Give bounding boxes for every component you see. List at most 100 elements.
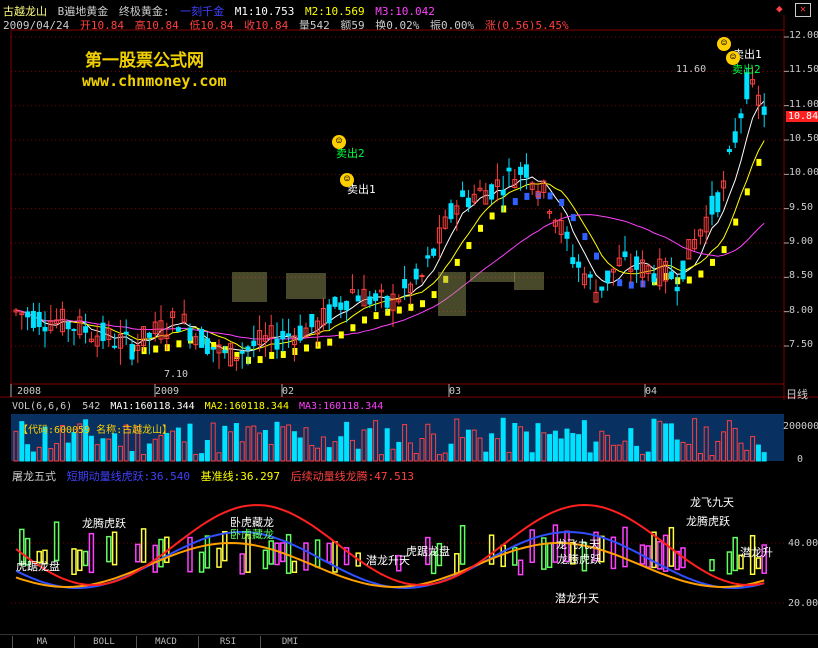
indicator-bar: [517, 559, 524, 576]
candle-body: [634, 256, 640, 270]
volume-bar: [112, 433, 118, 462]
candle-body: [30, 310, 36, 328]
vol-axis-label: 200000: [783, 421, 818, 432]
price-tick-label: 9.50: [789, 201, 814, 213]
volume-bar: [529, 452, 535, 462]
indicator-bar: [459, 524, 466, 565]
tab-boll[interactable]: BOLL: [74, 636, 133, 648]
volume-bar: [576, 434, 582, 462]
volume-bar: [30, 451, 36, 462]
price-tick-label: 8.50: [789, 270, 814, 282]
candle-body: [726, 148, 732, 153]
volume-bar: [262, 429, 268, 462]
vol-ma2: MA2:160118.344: [204, 401, 289, 412]
volume-bar: [755, 444, 761, 462]
volume-bar: [65, 442, 71, 462]
candle-body: [280, 331, 286, 340]
tab-ma[interactable]: MA: [12, 636, 71, 648]
signal-marker: [454, 258, 460, 266]
date-label: 2009: [155, 386, 180, 397]
candle-body: [175, 327, 181, 332]
candle-body: [274, 338, 280, 350]
volume-bar: [146, 443, 152, 462]
vol-ma1: MA1:160118.344: [110, 401, 195, 412]
candle-body: [576, 261, 582, 268]
volume-bar: [100, 438, 106, 462]
volume-bar: [593, 441, 599, 462]
candle-body: [146, 332, 152, 338]
volume-bar: [164, 432, 170, 462]
signal-marker: [547, 192, 553, 200]
low-price-mark: 7.10: [164, 369, 189, 380]
tab-dmi[interactable]: DMI: [260, 636, 319, 648]
candle-body: [332, 296, 338, 307]
candle-body: [245, 346, 251, 351]
volume-bar: [645, 451, 651, 462]
volume-bar: [344, 421, 350, 462]
candle-body: [65, 322, 71, 330]
signal-marker: [257, 356, 263, 364]
volume-bar: [355, 448, 361, 462]
candle-body: [286, 333, 292, 337]
candle-body: [251, 340, 257, 347]
candle-body: [465, 197, 471, 208]
signal-marker: [489, 212, 495, 220]
indicator-bar: [222, 530, 228, 562]
signal-marker: [153, 345, 159, 353]
candle-body: [297, 325, 303, 341]
vol-title: VOL(6,6,6): [12, 401, 73, 412]
price-tick-label: 7.50: [789, 339, 814, 350]
consolidation-box: [438, 272, 466, 316]
candle-body: [622, 251, 628, 258]
volume-bar: [512, 422, 518, 462]
period-label[interactable]: 日线: [786, 386, 808, 402]
smiley-icon: ☺: [332, 135, 346, 149]
signal-marker: [396, 306, 402, 314]
indicator-bar: [314, 539, 321, 568]
candle-body: [460, 190, 466, 197]
indicator-bar: [662, 534, 669, 572]
signal-marker: [617, 279, 623, 287]
candle-body: [112, 345, 118, 348]
volume-bar: [570, 433, 576, 462]
signal-marker: [559, 198, 565, 206]
smiley-icon: ☺: [717, 37, 731, 51]
indicator-bar: [709, 559, 715, 572]
candle-body: [506, 167, 512, 172]
signal-marker: [373, 312, 379, 320]
indicator-bar: [262, 549, 269, 570]
candle-body: [36, 311, 42, 328]
tab-rsi[interactable]: RSI: [198, 636, 257, 648]
moving-average-line: [15, 140, 765, 351]
volume-bar: [668, 423, 674, 462]
candle-body: [355, 295, 361, 302]
volume-bar: [651, 418, 657, 462]
indicator-annotation: 卧虎藏龙: [230, 528, 274, 541]
ind-axis-label: 40.00: [788, 538, 818, 549]
volume-bar: [222, 425, 228, 462]
price-tick-label: 8.00: [789, 304, 814, 316]
gear-icon[interactable]: ◆: [776, 3, 786, 14]
candle-body: [605, 270, 611, 283]
smiley-icon: ☺: [726, 51, 740, 65]
candle-body: [413, 268, 419, 280]
signal-marker: [733, 218, 739, 226]
candle-body: [489, 184, 495, 200]
high-price-mark: 11.60: [676, 64, 707, 75]
tab-macd[interactable]: MACD: [136, 636, 195, 648]
ind-axis-label: 20.00: [788, 598, 818, 609]
indicator-bar: [77, 549, 83, 572]
candle-body: [448, 203, 454, 220]
signal-marker: [524, 192, 530, 200]
indicator-annotation: 潜龙升天: [366, 554, 410, 567]
signal-marker: [420, 300, 425, 308]
volume-bar: [88, 435, 94, 462]
candle-body: [344, 300, 350, 311]
indicator-annotation: 龙飞九天: [556, 538, 600, 551]
indicator-bar: [216, 547, 222, 568]
candle-body: [738, 113, 744, 119]
signal-marker: [594, 252, 599, 260]
indicator-bar: [106, 535, 112, 563]
indicator-bar: [82, 550, 89, 567]
indicator-bar: [135, 543, 141, 563]
